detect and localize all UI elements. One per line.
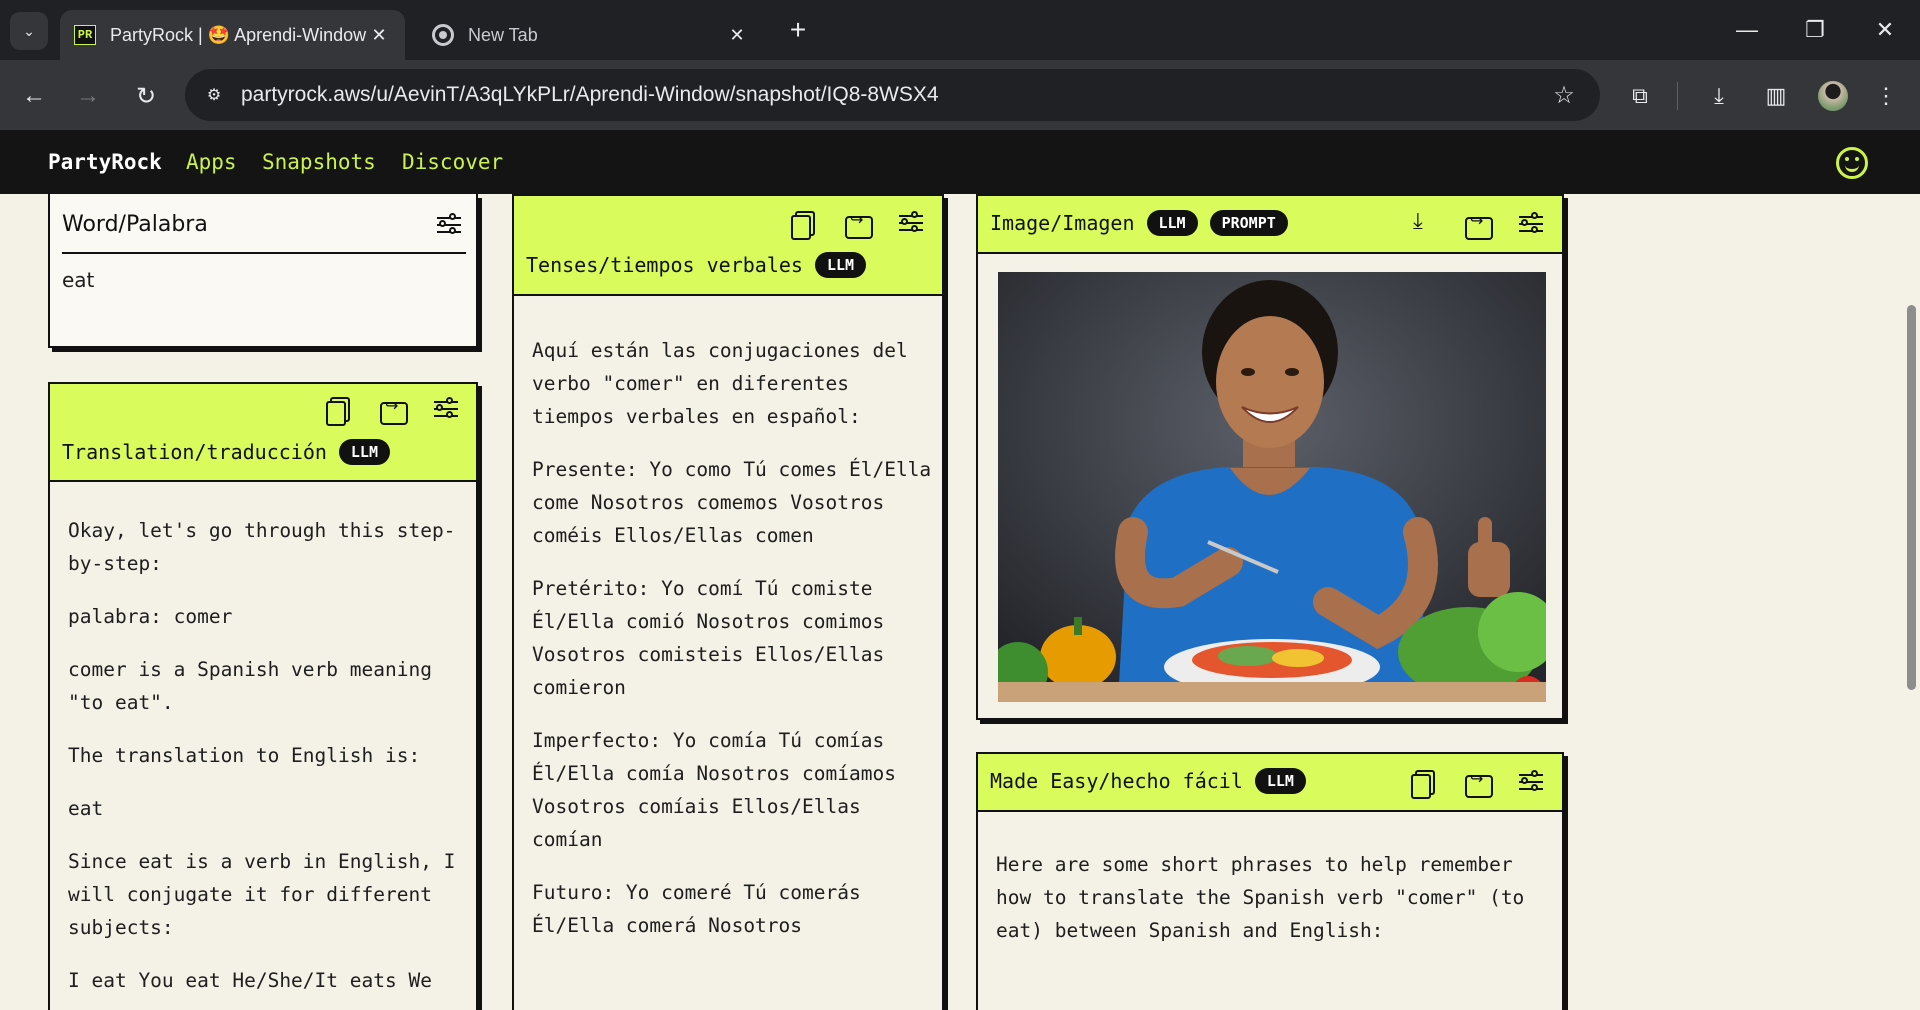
nav-apps[interactable]: Apps (186, 150, 237, 174)
tab-title: New Tab (468, 24, 538, 45)
share-icon[interactable] (1462, 767, 1493, 798)
forward-icon[interactable]: → (68, 76, 108, 116)
address-bar[interactable]: ⚙ partyrock.aws/u/AevinT/A3qLYkPLr/Apren… (185, 69, 1600, 121)
restore-icon[interactable]: ❐ (1790, 10, 1840, 50)
widget-tenses: Tenses/tiempos verbales LLM Aquí están l… (512, 194, 944, 1010)
settings-sliders-icon[interactable] (1516, 767, 1546, 797)
settings-sliders-icon[interactable] (434, 210, 464, 240)
widget-title: Image/Imagen LLM PROMPT (990, 210, 1288, 236)
minimize-icon[interactable]: — (1722, 10, 1772, 50)
nav-snapshots[interactable]: Snapshots (262, 150, 376, 174)
download-icon[interactable] (1408, 209, 1438, 239)
widget-made-easy: Made Easy/hecho fácil LLM Here are some … (976, 752, 1564, 1010)
widget-translation: Translation/traducción LLM Okay, let's g… (48, 382, 478, 1010)
widget-header: Made Easy/hecho fácil LLM (978, 754, 1562, 812)
profile-avatar[interactable] (1818, 81, 1848, 111)
llm-badge: LLM (814, 252, 867, 278)
generated-image (998, 272, 1546, 702)
tab-new-tab[interactable]: New Tab ✕ (418, 10, 763, 60)
nav-discover[interactable]: Discover (402, 150, 503, 174)
menu-kebab-icon[interactable]: ⋮ (1866, 76, 1906, 116)
tab-search-button[interactable]: ⌄ (10, 12, 48, 50)
widget-title: Translation/traducción LLM (62, 439, 390, 465)
browser-tab-bar: ⌄ PR PartyRock | 🤩 Aprendi-Window ✕ New … (0, 0, 1920, 60)
widget-title: Made Easy/hecho fácil LLM (990, 768, 1306, 794)
word-input[interactable]: eat (62, 268, 94, 292)
site-info-icon[interactable]: ⚙ (199, 80, 229, 110)
woman-eating-illustration (998, 272, 1546, 702)
widget-title: Tenses/tiempos verbales LLM (526, 252, 867, 278)
copy-icon[interactable] (323, 394, 353, 426)
extensions-icon[interactable]: ⧉ (1620, 76, 1660, 116)
url-text[interactable]: partyrock.aws/u/AevinT/A3qLYkPLr/Aprendi… (241, 83, 1546, 107)
settings-sliders-icon[interactable] (1516, 209, 1546, 239)
back-icon[interactable]: ← (14, 76, 54, 116)
llm-badge: LLM (338, 439, 390, 465)
tenses-output: Aquí están las conjugaciones del verbo "… (532, 339, 932, 937)
chrome-icon (432, 24, 454, 46)
side-panel-icon[interactable]: ▥ (1756, 76, 1796, 116)
share-icon[interactable] (842, 208, 873, 239)
widget-header: Translation/traducción LLM (50, 384, 476, 482)
copy-icon[interactable] (788, 208, 818, 240)
widget-header: Image/Imagen LLM PROMPT (978, 196, 1562, 254)
new-tab-button[interactable]: + (780, 12, 816, 48)
tab-title: PartyRock | 🤩 Aprendi-Window (110, 24, 367, 45)
close-tab-icon[interactable]: ✕ (725, 25, 749, 46)
copy-icon[interactable] (1408, 767, 1438, 799)
close-window-icon[interactable]: ✕ (1860, 10, 1910, 50)
user-menu-smiley-icon[interactable] (1836, 147, 1868, 179)
page-scrollbar-thumb[interactable] (1907, 305, 1916, 690)
brand-logo[interactable]: PartyRock (48, 150, 162, 174)
browser-toolbar: ← → ↻ ⚙ partyrock.aws/u/AevinT/A3qLYkPLr… (0, 60, 1920, 130)
close-tab-icon[interactable]: ✕ (367, 25, 391, 46)
llm-badge: LLM (1254, 768, 1306, 794)
settings-sliders-icon[interactable] (896, 208, 926, 238)
widget-word: Word/Palabra eat (48, 194, 478, 348)
made-easy-output: Here are some short phrases to help reme… (996, 853, 1525, 942)
tab-partyrock[interactable]: PR PartyRock | 🤩 Aprendi-Window ✕ (60, 10, 405, 60)
share-icon[interactable] (1462, 209, 1493, 240)
bookmark-star-icon[interactable]: ☆ (1546, 81, 1582, 110)
partyrock-header: PartyRock Apps Snapshots Discover (0, 130, 1920, 194)
prompt-badge: PROMPT (1209, 210, 1288, 236)
input-underline (62, 252, 466, 254)
reload-icon[interactable]: ↻ (126, 76, 166, 116)
translation-output: Okay, let's go through this step-by-step… (68, 519, 456, 992)
llm-badge: LLM (1146, 210, 1198, 236)
widget-title: Word/Palabra (62, 212, 208, 237)
share-icon[interactable] (377, 394, 408, 425)
settings-sliders-icon[interactable] (431, 394, 461, 424)
toolbar-divider (1677, 82, 1678, 110)
widget-header: Tenses/tiempos verbales LLM (514, 196, 942, 296)
partyrock-favicon-icon: PR (74, 25, 96, 45)
downloads-icon[interactable]: ⤓ (1699, 76, 1739, 116)
